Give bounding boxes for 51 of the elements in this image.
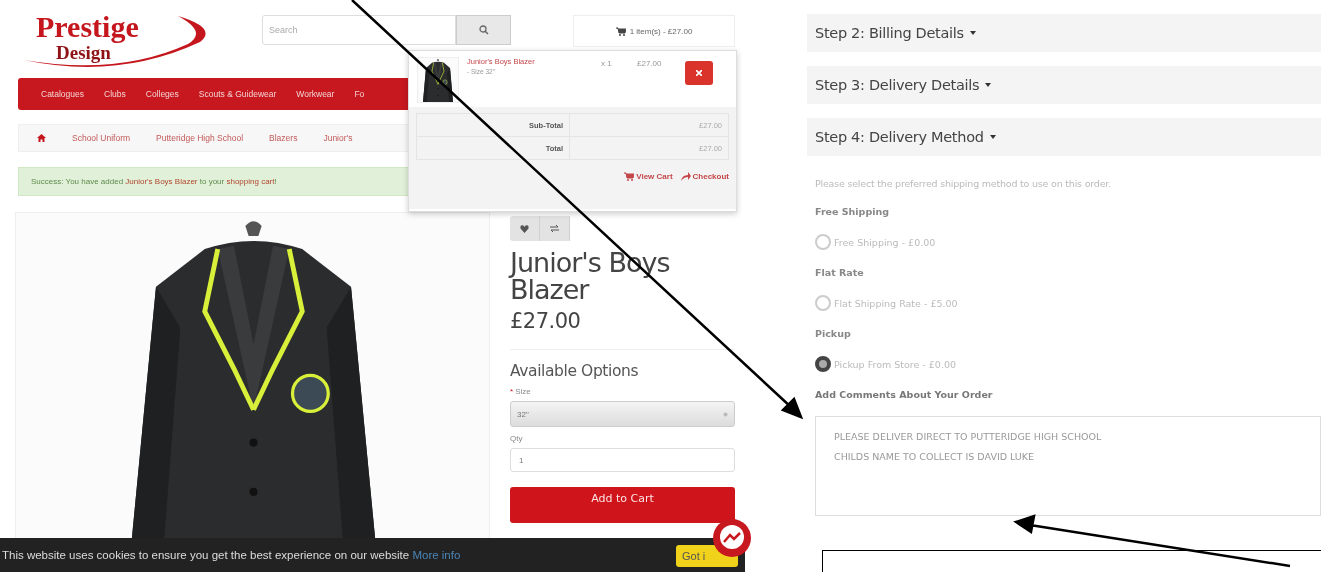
cart-icon bbox=[624, 172, 635, 181]
checkout-link[interactable]: Checkout bbox=[680, 172, 729, 181]
cart-icon bbox=[615, 26, 626, 36]
caret-icon bbox=[969, 31, 976, 35]
share-arrow-icon bbox=[680, 172, 691, 181]
nav-link[interactable]: Colleges bbox=[145, 89, 179, 99]
nav-link[interactable]: Scouts & Guidewear bbox=[198, 89, 277, 99]
remove-button[interactable] bbox=[685, 61, 713, 85]
search-icon bbox=[478, 25, 489, 35]
product-price: £27.00 bbox=[510, 309, 582, 333]
price-text: £27.00 bbox=[637, 58, 663, 68]
accordion-header[interactable]: Step 3: Delivery Details bbox=[807, 66, 1321, 104]
breadcrumb-link[interactable]: Junior's bbox=[323, 133, 353, 143]
nav-link[interactable]: Fo bbox=[354, 89, 365, 99]
method-heading: Free Shipping bbox=[815, 206, 891, 217]
nav-link[interactable]: Catalogues bbox=[41, 89, 84, 99]
search-field[interactable]: Search bbox=[262, 15, 456, 45]
breadcrumb-link[interactable]: Blazers bbox=[269, 133, 298, 143]
instruction-text: Please select the preferred shipping method to use on this order. bbox=[815, 178, 1112, 189]
options-heading: Available Options bbox=[510, 362, 640, 380]
accordion-header[interactable]: Step 4: Delivery Method bbox=[807, 118, 1321, 156]
nav-link[interactable]: Clubs bbox=[104, 89, 126, 99]
dropdown-icon bbox=[723, 411, 728, 417]
caret-icon bbox=[985, 83, 992, 87]
radio-button[interactable] bbox=[815, 356, 831, 372]
swap-icon bbox=[550, 225, 559, 232]
method-heading: Flat Rate bbox=[815, 267, 865, 278]
alert-message: Success: You have added Junior's Boys Blazer to your shopping cart! bbox=[31, 177, 277, 186]
chat-icon[interactable] bbox=[712, 518, 752, 558]
home-icon bbox=[37, 134, 46, 142]
alert-link[interactable]: Junior's Boys Blazer bbox=[125, 177, 198, 186]
size-select[interactable]: 32" bbox=[510, 401, 735, 427]
accordion-header[interactable]: Step 2: Billing Details bbox=[807, 14, 1321, 52]
breadcrumb-link[interactable]: Putteridge High School bbox=[156, 133, 244, 143]
cookie-message: This website uses cookies to ensure you get the best experience on our website More info bbox=[2, 549, 461, 561]
comments-field[interactable]: PLEASE DELIVER DIRECT TO PUTTERIDGE HIGH SCHOOL CHILDS NAME TO COLLECT IS DAVID LUKE bbox=[815, 416, 1321, 516]
view-cart-link[interactable]: View Cart bbox=[624, 172, 673, 181]
size-label: * Size bbox=[510, 387, 532, 396]
qty-label: Qty bbox=[510, 434, 524, 443]
comments-label: Add Comments About Your Order bbox=[815, 389, 994, 400]
close-icon bbox=[696, 70, 702, 76]
quantity-text: x 1 bbox=[601, 58, 613, 68]
cart-button[interactable]: 1 item(s) - £27.00 bbox=[573, 15, 735, 47]
heart-icon bbox=[520, 224, 529, 233]
more-info-link[interactable]: More info bbox=[412, 549, 461, 561]
breadcrumb-link[interactable]: School Uniform bbox=[72, 133, 131, 143]
nav-link[interactable]: Workwear bbox=[296, 89, 335, 99]
qty-field[interactable]: 1 bbox=[510, 448, 735, 472]
caret-icon bbox=[989, 135, 996, 139]
add-to-cart-button[interactable]: Add to Cart bbox=[510, 487, 735, 523]
method-heading: Pickup bbox=[815, 328, 852, 339]
